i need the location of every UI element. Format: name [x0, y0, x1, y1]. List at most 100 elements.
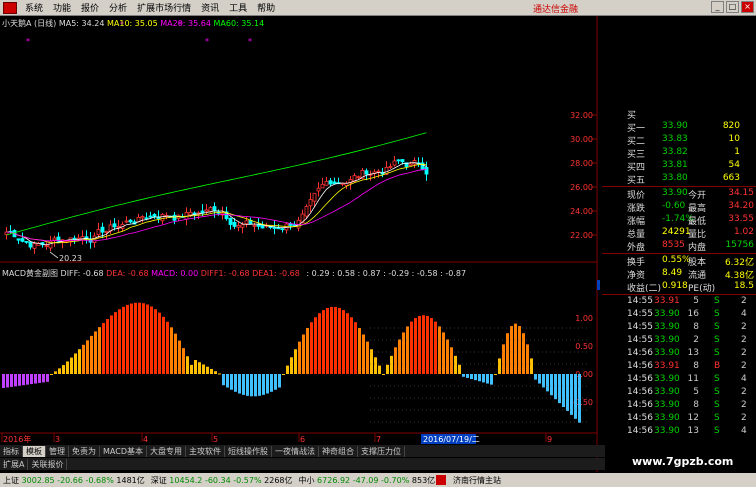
tick-count: 2 — [741, 400, 747, 410]
macd-bar — [154, 309, 157, 374]
ma60-line — [6, 132, 427, 236]
tick-row[interactable]: 14:56 33.90 12 S 2 — [600, 413, 756, 424]
bid-row-4[interactable]: 买四 33.81 54 — [600, 160, 756, 173]
tick-row[interactable]: 14:55 33.90 2 S 2 — [600, 335, 756, 346]
sh-value: 3002.85 — [21, 475, 55, 485]
tab-ext-a[interactable]: 扩展A — [0, 458, 29, 470]
tick-volume: 2 — [693, 335, 699, 345]
macd-bar — [334, 306, 337, 374]
tab-short-line[interactable]: 短线操作股 — [225, 445, 272, 457]
tab-market[interactable]: 大盘专用 — [147, 445, 186, 457]
macd-bar — [202, 364, 205, 374]
tick-row[interactable]: 14:56 33.91 8 B 2 — [600, 361, 756, 372]
bid-row-3[interactable]: 买三 33.82 1 — [600, 147, 756, 160]
macd-bar — [446, 339, 449, 374]
tick-row[interactable]: 14:56 33.90 11 S 4 — [600, 374, 756, 385]
candle-body — [148, 215, 153, 218]
macd-bar — [102, 322, 105, 374]
tick-time: 14:56 — [627, 400, 653, 410]
bid-row-5[interactable]: 买五 33.80 663 — [600, 173, 756, 186]
tab-macd-basic[interactable]: MACD基本 — [100, 445, 147, 457]
macd-bar — [302, 334, 305, 374]
macd-bar — [110, 315, 113, 374]
macd-bar — [262, 374, 265, 395]
zx-index[interactable]: 中小 6726.92 -47.09 -0.70% 853亿 — [296, 475, 439, 486]
candle-body — [212, 206, 217, 212]
tick-price: 33.90 — [654, 426, 680, 436]
zx-label: 中小 — [298, 475, 315, 485]
tab-disclaimer[interactable]: 免责为 — [69, 445, 100, 457]
stock-title: 小天鹅A (日线) — [2, 19, 57, 28]
bid-price: 33.90 — [662, 121, 688, 131]
sh-index[interactable]: 上证 3002.85 -20.66 -0.68% 1481亿 — [0, 475, 148, 486]
macd-bar — [362, 334, 365, 374]
tab-main-attack[interactable]: 主攻软件 — [186, 445, 225, 457]
macd-bar — [150, 306, 153, 374]
sz-change: -60.34 — [204, 475, 231, 485]
tick-side: S — [714, 400, 720, 410]
tick-row[interactable]: 14:56 33.90 13 S 4 — [600, 426, 756, 437]
stat-value: 24291 — [662, 227, 691, 237]
macd-bar — [566, 374, 569, 411]
stat-value: 1.02 — [733, 227, 754, 237]
sz-index[interactable]: 深证 10454.2 -60.34 -0.57% 2268亿 — [148, 475, 296, 486]
sh-amount: 1481亿 — [116, 475, 145, 485]
bid-row-1[interactable]: 买一 33.90 820 — [600, 121, 756, 134]
tab-overnight[interactable]: 一夜情战法 — [272, 445, 319, 457]
tick-time: 14:56 — [627, 374, 653, 384]
bid-price: 33.81 — [662, 160, 688, 170]
price-tick-label: 24.00 — [570, 207, 593, 216]
macd-bar — [94, 331, 97, 374]
macd-bar — [402, 332, 405, 374]
macd-bar — [138, 302, 141, 374]
macd-bar — [118, 309, 121, 374]
diff1-label: DIFF1: — [200, 269, 227, 278]
tab-related[interactable]: 关联报价 — [28, 458, 68, 470]
bid-price: 33.83 — [662, 134, 688, 144]
candle-body — [188, 211, 193, 216]
candle-body — [96, 229, 101, 236]
candle-body — [240, 224, 245, 228]
tick-row[interactable]: 14:56 33.90 8 S 2 — [600, 400, 756, 411]
stat-row-2: 涨跌 -0.60 最高 34.20 — [600, 201, 756, 214]
macd-bar — [510, 326, 513, 374]
divider — [602, 253, 756, 254]
bid-row-2[interactable]: 买二 33.83 10 — [600, 134, 756, 147]
tick-side: S — [714, 309, 720, 319]
tab-support[interactable]: 支撑压力位 — [358, 445, 405, 457]
tick-row[interactable]: 14:56 33.90 5 S 2 — [600, 387, 756, 398]
tick-row[interactable]: 14:55 33.90 8 S 2 — [600, 322, 756, 333]
tab-combo[interactable]: 神奇组合 — [319, 445, 358, 457]
macd-tick-label: 0.00 — [575, 370, 593, 379]
macd-bar — [142, 303, 145, 374]
macd-bar — [338, 307, 341, 374]
tab-template[interactable]: 模板 — [23, 445, 46, 457]
macd-bar — [398, 339, 401, 374]
macd-bar — [342, 310, 345, 374]
macd-label: MACD: — [151, 269, 178, 278]
ma5-value: 34.24 — [81, 19, 105, 28]
tick-price: 33.90 — [654, 400, 680, 410]
tick-volume: 12 — [687, 413, 699, 423]
sz-label: 深证 — [150, 475, 167, 485]
ext-tabs: 扩展A 关联报价 — [0, 458, 605, 470]
tab-manage[interactable]: 管理 — [46, 445, 69, 457]
stat-value: 18.5 — [733, 281, 754, 291]
macd-bar — [218, 373, 221, 375]
server-label[interactable]: 济南行情主站 — [450, 475, 504, 486]
tab-indicator[interactable]: 指标 — [0, 445, 23, 457]
diff1-value: -0.68 — [228, 269, 250, 278]
macd-bar — [498, 358, 501, 374]
candle-body — [408, 163, 413, 166]
tick-row[interactable]: 14:56 33.90 13 S 2 — [600, 348, 756, 359]
macd-bar — [254, 374, 257, 397]
macd-bar — [394, 347, 397, 374]
time-label: 5 — [213, 435, 218, 444]
stat-row-5: 外盘 8535 内盘 15756 — [600, 240, 756, 253]
ma20-label: MA20: — [160, 19, 186, 28]
tick-row[interactable]: 14:55 33.91 5 S 2 — [600, 296, 756, 307]
macd-bar — [242, 374, 245, 395]
macd-levels: : 0.29 : 0.58 : 0.87 : -0.29 : -0.58 : -… — [306, 269, 467, 278]
candle-body — [44, 245, 49, 248]
tick-row[interactable]: 14:55 33.90 16 S 4 — [600, 309, 756, 320]
